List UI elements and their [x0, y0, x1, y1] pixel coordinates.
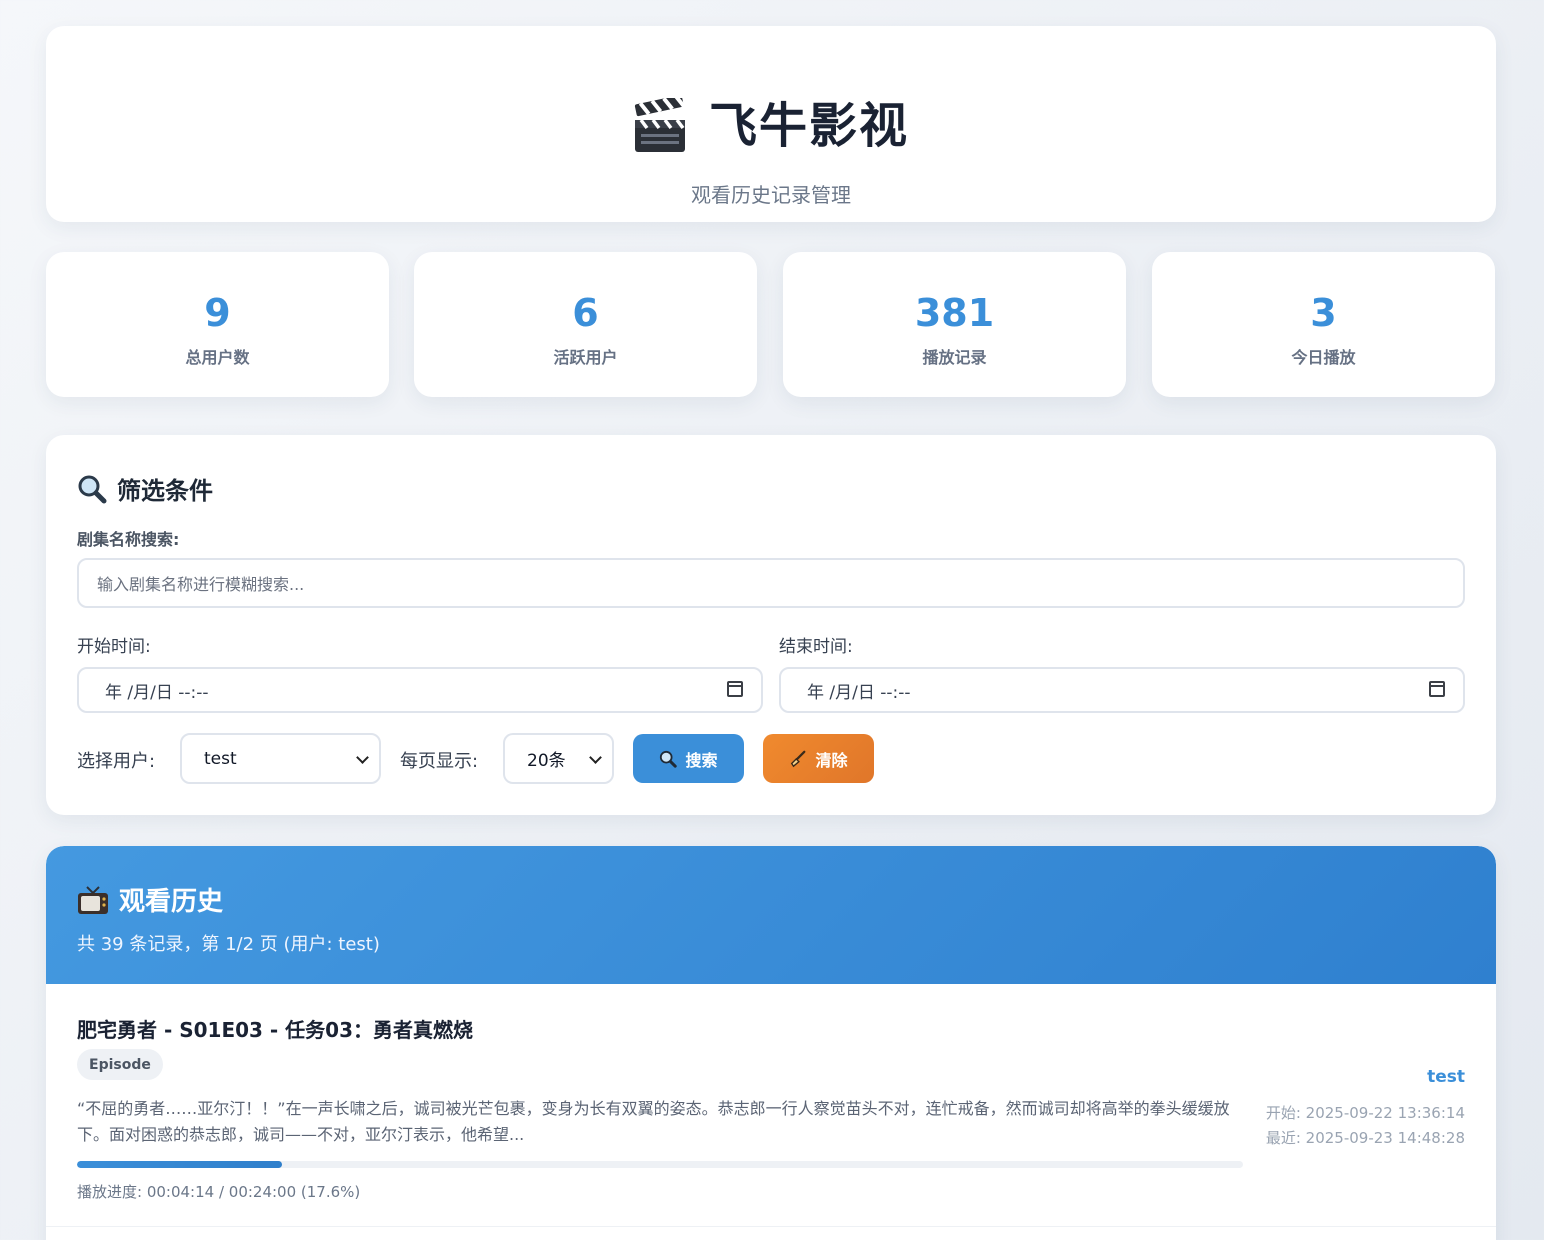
- page-size-select[interactable]: 20条: [503, 733, 614, 784]
- clear-button-label: 清除: [815, 750, 848, 770]
- stat-value: 381: [914, 291, 995, 335]
- stat-value: 3: [1310, 291, 1337, 335]
- television-icon: [78, 885, 108, 914]
- item-start-time: 开始: 2025-09-22 13:36:14: [1265, 1104, 1465, 1122]
- stat-label: 总用户数: [185, 348, 250, 367]
- filter-panel: 筛选条件 剧集名称搜索: 输入剧集名称进行模糊搜索... 开始时间: 年 /月/…: [46, 435, 1496, 815]
- chevron-down-icon: [589, 751, 602, 764]
- item-last-time: 最近: 2025-09-23 14:48:28: [1265, 1129, 1465, 1147]
- divider: [46, 1226, 1496, 1227]
- history-summary: 共 39 条记录，第 1/2 页 (用户: test): [77, 934, 380, 955]
- history-panel: 观看历史 共 39 条记录，第 1/2 页 (用户: test) 肥宅勇者 - …: [46, 846, 1496, 1240]
- item-description: “不屈的勇者……亚尔汀！！”在一声长啸之后，诚司被光芒包裹，变身为长有双翼的姿态…: [77, 1099, 1230, 1144]
- broom-icon: [791, 750, 806, 767]
- stat-label: 今日播放: [1291, 348, 1356, 367]
- item-type-badge: Episode: [77, 1049, 163, 1080]
- stat-value: 9: [204, 291, 231, 335]
- search-label: 剧集名称搜索:: [77, 530, 180, 549]
- stat-card-total-users: 9 总用户数: [46, 252, 389, 397]
- filter-title: 筛选条件: [77, 471, 213, 506]
- start-time-input[interactable]: 年 /月/日 --:--: [77, 667, 763, 713]
- stat-card-active-users: 6 活跃用户: [414, 252, 757, 397]
- user-select-label: 选择用户:: [77, 751, 156, 772]
- item-title: 肥宅勇者 - S01E03 - 任务03：勇者真燃烧: [77, 1018, 474, 1042]
- app-header: 飞牛影视 观看历史记录管理: [46, 26, 1496, 222]
- progress-fill: [77, 1161, 283, 1168]
- app-subtitle: 观看历史记录管理: [691, 183, 851, 207]
- history-header: 观看历史 共 39 条记录，第 1/2 页 (用户: test): [46, 846, 1496, 984]
- page-size-label: 每页显示:: [400, 751, 479, 772]
- magnifier-icon: [78, 475, 107, 503]
- clapperboard-icon: [634, 98, 686, 152]
- progress-text: 播放进度: 00:04:14 / 00:24:00 (17.6%): [77, 1183, 361, 1201]
- stat-card-play-records: 381 播放记录: [783, 252, 1126, 397]
- magnifier-icon: [660, 750, 678, 768]
- search-placeholder: 输入剧集名称进行模糊搜索...: [97, 575, 305, 594]
- user-select-value: test: [204, 748, 237, 769]
- calendar-icon[interactable]: [1429, 681, 1445, 697]
- stat-label: 播放记录: [922, 348, 987, 367]
- end-time-input[interactable]: 年 /月/日 --:--: [779, 667, 1465, 713]
- history-title-text: 观看历史: [119, 887, 224, 917]
- stat-label: 活跃用户: [553, 348, 618, 367]
- stat-value: 6: [572, 291, 599, 335]
- progress-bar: [77, 1161, 1243, 1168]
- app-title: 飞牛影视: [708, 98, 909, 154]
- search-button-label: 搜索: [685, 750, 718, 770]
- search-input[interactable]: 输入剧集名称进行模糊搜索...: [77, 558, 1465, 608]
- end-time-label: 结束时间:: [779, 637, 853, 657]
- calendar-icon[interactable]: [727, 681, 743, 697]
- start-time-label: 开始时间:: [77, 637, 151, 657]
- user-select[interactable]: test: [180, 733, 381, 784]
- title-row: 飞牛影视: [46, 98, 1496, 154]
- chevron-down-icon: [356, 751, 369, 764]
- date-placeholder: 年 /月/日 --:--: [807, 682, 911, 703]
- item-user[interactable]: test: [1427, 1067, 1465, 1087]
- clear-button[interactable]: 清除: [763, 734, 874, 783]
- stat-card-today-plays: 3 今日播放: [1152, 252, 1495, 397]
- search-button[interactable]: 搜索: [633, 734, 744, 783]
- filter-title-text: 筛选条件: [117, 477, 213, 505]
- page-size-value: 20条: [527, 751, 566, 771]
- history-title: 观看历史: [77, 881, 223, 918]
- date-placeholder: 年 /月/日 --:--: [105, 682, 209, 703]
